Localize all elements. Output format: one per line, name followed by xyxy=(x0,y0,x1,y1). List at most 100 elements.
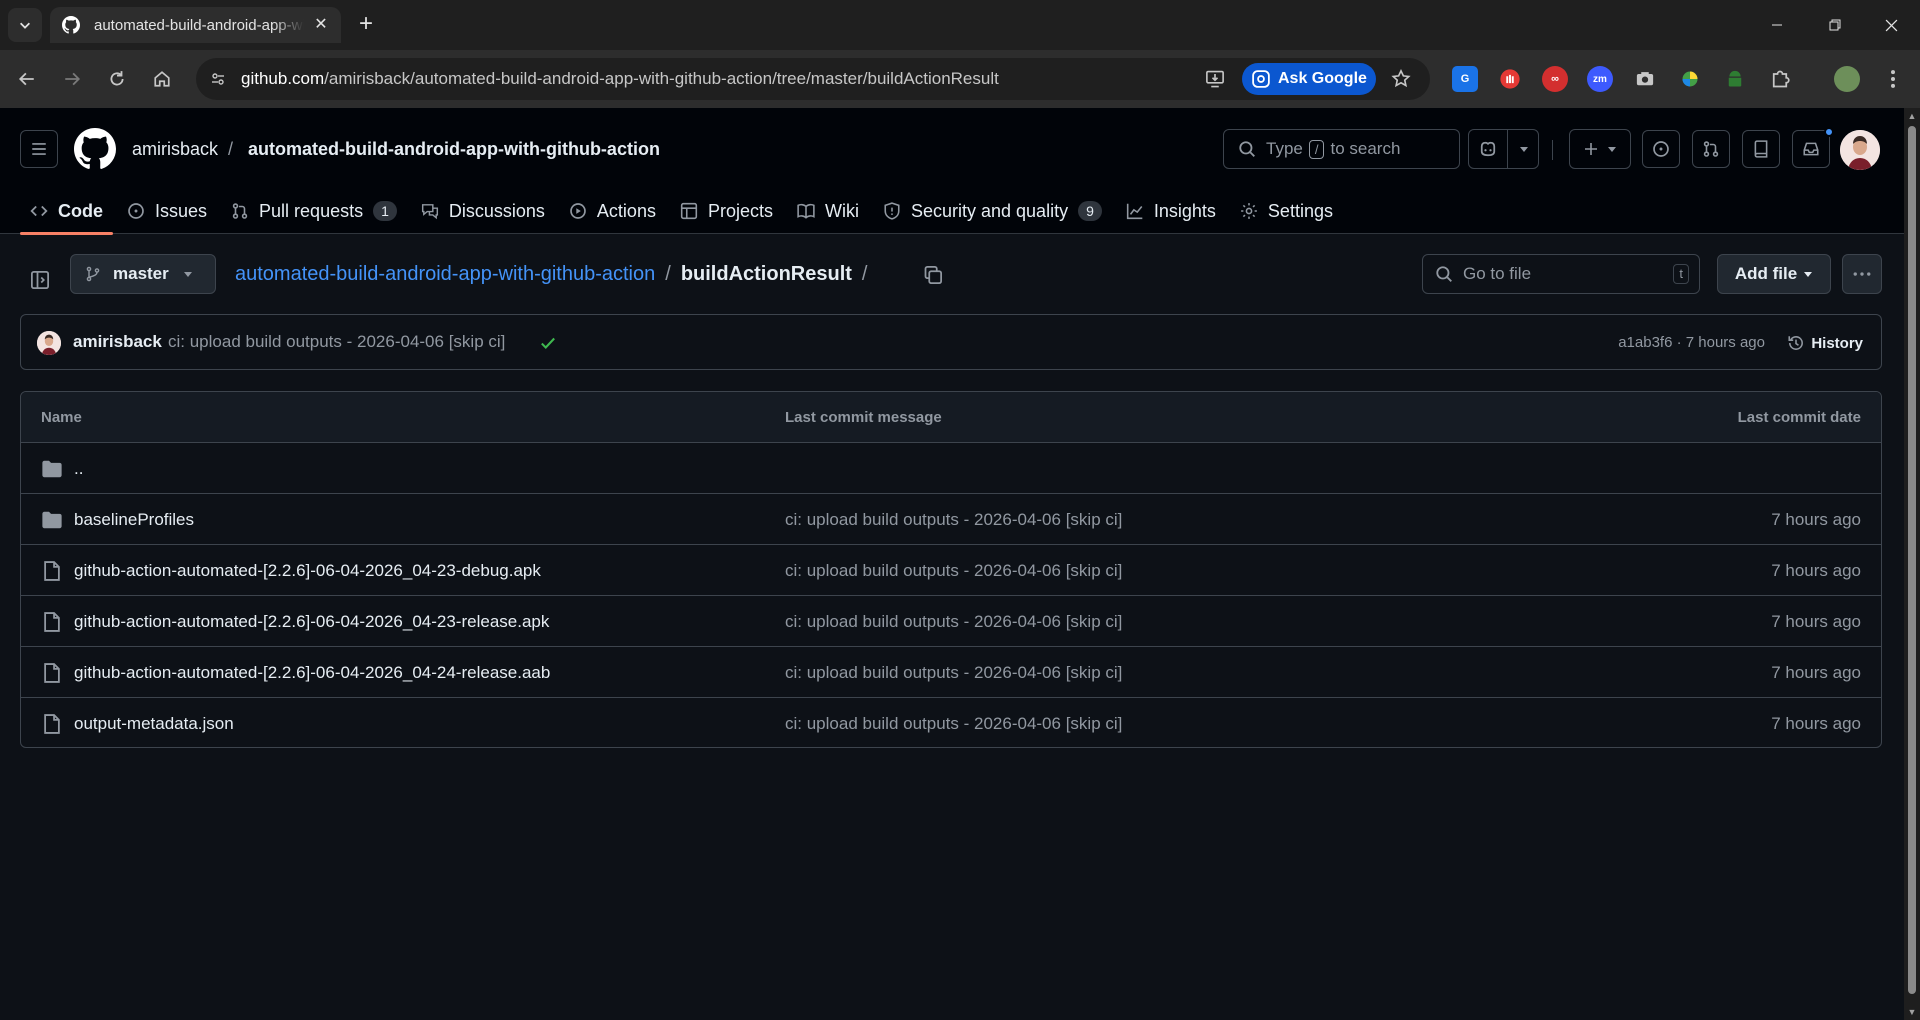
file-name-link[interactable]: github-action-automated-[2.2.6]-06-04-20… xyxy=(74,663,550,683)
file-name-link[interactable]: baselineProfiles xyxy=(74,510,194,530)
issues-shortcut-button[interactable] xyxy=(1642,130,1680,168)
file-name-link[interactable]: .. xyxy=(74,459,83,479)
user-avatar[interactable] xyxy=(1840,130,1880,170)
tab-title: automated-build-android-app-with-github-… xyxy=(94,16,304,34)
close-window-button[interactable] xyxy=(1862,0,1920,50)
breadcrumb-repo-link[interactable]: automated-build-android-app-with-github-… xyxy=(235,263,655,286)
tab-settings[interactable]: Settings xyxy=(1230,188,1343,234)
table-row[interactable]: github-action-automated-[2.2.6]-06-04-20… xyxy=(21,545,1881,596)
browser-tab-active[interactable]: automated-build-android-app-with-github-… xyxy=(50,7,341,43)
restore-icon xyxy=(1829,19,1841,31)
file-name-link[interactable]: github-action-automated-[2.2.6]-06-04-20… xyxy=(74,561,541,581)
file-commit-message-link[interactable]: ci: upload build outputs - 2026-04-06 [s… xyxy=(785,612,1122,632)
install-app-button[interactable] xyxy=(1202,66,1228,92)
tab-insights-label: Insights xyxy=(1153,200,1216,221)
search-icon xyxy=(1239,141,1255,157)
file-name-link[interactable]: github-action-automated-[2.2.6]-06-04-20… xyxy=(74,612,549,632)
table-row[interactable]: github-action-automated-[2.2.6]-06-04-20… xyxy=(21,647,1881,698)
notifications-button[interactable] xyxy=(1792,130,1830,168)
create-new-button[interactable] xyxy=(1569,129,1631,169)
tab-discussions[interactable]: Discussions xyxy=(411,188,555,234)
address-bar[interactable]: github.com/amirisback/automated-build-an… xyxy=(196,58,1430,100)
close-tab-icon[interactable]: ✕ xyxy=(313,17,329,33)
tab-code[interactable]: Code xyxy=(20,188,113,235)
file-commit-message-link[interactable]: ci: upload build outputs - 2026-04-06 [s… xyxy=(785,561,1122,581)
table-row[interactable]: .. xyxy=(21,443,1881,494)
tab-wiki[interactable]: Wiki xyxy=(787,188,869,234)
pull-requests-shortcut-button[interactable] xyxy=(1692,130,1730,168)
expand-file-tree-button[interactable] xyxy=(22,262,58,298)
commit-message-link[interactable]: ci: upload build outputs - 2026-04-06 [s… xyxy=(168,332,505,352)
file-commit-date: 7 hours ago xyxy=(1771,612,1861,631)
copilot-menu-button[interactable] xyxy=(1508,130,1539,168)
code-icon xyxy=(30,205,48,217)
ask-google-button[interactable]: Ask Google xyxy=(1242,63,1376,95)
shield-icon xyxy=(884,202,900,220)
file-commit-message-link[interactable]: ci: upload build outputs - 2026-04-06 [s… xyxy=(785,663,1122,683)
site-info-button[interactable] xyxy=(204,65,232,93)
add-file-label: Add file xyxy=(1734,264,1798,283)
forward-button[interactable] xyxy=(55,62,89,96)
copilot-icon xyxy=(1480,141,1496,157)
minimize-button[interactable] xyxy=(1748,0,1806,50)
tab-security[interactable]: Security and quality 9 xyxy=(873,188,1112,234)
more-options-button[interactable] xyxy=(1842,254,1882,294)
copy-path-button[interactable] xyxy=(918,260,948,290)
tab-actions[interactable]: Actions xyxy=(559,188,666,234)
repositories-shortcut-button[interactable] xyxy=(1742,130,1780,168)
tab-pull-requests[interactable]: Pull requests 1 xyxy=(221,188,407,234)
copilot-button-group xyxy=(1468,129,1539,169)
repo-owner-link[interactable]: amirisback xyxy=(132,139,218,160)
file-name-link[interactable]: output-metadata.json xyxy=(74,714,234,734)
zm-extension-icon[interactable]: zm xyxy=(1587,66,1613,92)
scroll-down-arrow-icon[interactable]: ▼ xyxy=(1907,1007,1917,1017)
copilot-button[interactable] xyxy=(1469,130,1507,168)
scrollbar-thumb[interactable] xyxy=(1908,126,1916,994)
file-commit-message-link[interactable]: ci: upload build outputs - 2026-04-06 [s… xyxy=(785,510,1122,530)
puzzle-icon xyxy=(1772,70,1790,88)
color-picker-extension-icon[interactable] xyxy=(1677,66,1703,92)
tab-code-label: Code xyxy=(58,200,103,221)
tab-projects[interactable]: Projects xyxy=(670,188,783,234)
restore-button[interactable] xyxy=(1806,0,1864,50)
camera-extension-icon[interactable] xyxy=(1632,66,1658,92)
branch-selector-button[interactable]: master xyxy=(70,254,216,294)
infinity-extension-icon[interactable]: ∞ xyxy=(1542,66,1568,92)
global-menu-button[interactable] xyxy=(20,130,58,168)
new-tab-button[interactable]: + xyxy=(352,10,380,38)
github-logo-icon[interactable] xyxy=(74,128,116,170)
tab-issues[interactable]: Issues xyxy=(117,188,217,234)
browser-menu-button[interactable] xyxy=(1880,66,1906,92)
tab-search-button[interactable] xyxy=(8,8,42,42)
history-button[interactable]: History xyxy=(1787,329,1863,357)
page-scrollbar[interactable]: ▲ ▼ xyxy=(1904,108,1920,1020)
commit-author-link[interactable]: amirisback xyxy=(73,332,162,352)
repo-navigation: Code Issues Pull requests 1 Discussions … xyxy=(20,188,1347,235)
go-to-file-input[interactable]: Go to file t xyxy=(1422,254,1700,294)
latest-commit-bar: amirisback ci: upload build outputs - 20… xyxy=(20,314,1882,370)
bookmark-button[interactable] xyxy=(1388,66,1414,92)
reload-button[interactable] xyxy=(100,62,134,96)
google-translate-extension-icon[interactable]: G xyxy=(1452,66,1478,92)
commit-sha-and-time[interactable]: a1ab3f6 · 7 hours ago xyxy=(1618,334,1765,351)
check-icon[interactable] xyxy=(539,334,557,352)
commit-author-avatar[interactable] xyxy=(37,331,61,355)
profile-avatar[interactable] xyxy=(1834,66,1860,92)
tab-insights[interactable]: Insights xyxy=(1116,188,1226,234)
add-file-button[interactable]: Add file xyxy=(1717,254,1831,294)
hand-extension-icon[interactable] xyxy=(1497,66,1523,92)
repo-name-link[interactable]: automated-build-android-app-with-github-… xyxy=(248,139,660,160)
color-wheel-icon xyxy=(1682,71,1698,87)
global-search-input[interactable]: Type / to search xyxy=(1223,129,1460,169)
pull-request-icon xyxy=(232,203,248,219)
file-commit-message-link[interactable]: ci: upload build outputs - 2026-04-06 [s… xyxy=(785,714,1122,734)
table-row[interactable]: baselineProfiles ci: upload build output… xyxy=(21,494,1881,545)
table-row[interactable]: output-metadata.json ci: upload build ou… xyxy=(21,698,1881,747)
scroll-up-arrow-icon[interactable]: ▲ xyxy=(1907,111,1917,121)
table-row[interactable]: github-action-automated-[2.2.6]-06-04-20… xyxy=(21,596,1881,647)
android-extension-icon[interactable] xyxy=(1722,66,1748,92)
back-button[interactable] xyxy=(10,62,44,96)
home-button[interactable] xyxy=(145,62,179,96)
extensions-button[interactable] xyxy=(1767,66,1793,92)
column-header-name: Name xyxy=(41,409,82,426)
